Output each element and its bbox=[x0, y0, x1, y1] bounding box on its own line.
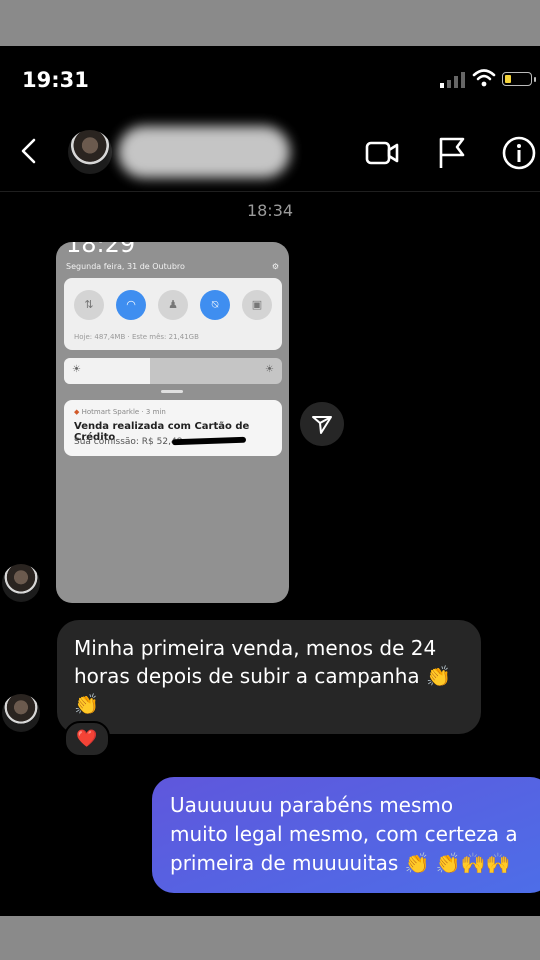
incoming-message-bubble[interactable]: Minha primeira venda, menos de 24 horas … bbox=[57, 620, 481, 734]
heart-reaction[interactable]: ❤️ bbox=[64, 721, 110, 757]
chevron-left-icon[interactable] bbox=[14, 136, 44, 166]
video-call-icon[interactable] bbox=[363, 134, 401, 172]
contact-name-redacted[interactable] bbox=[118, 126, 290, 178]
sender-avatar[interactable] bbox=[2, 694, 40, 732]
flashlight-toggle-icon: ♟ bbox=[158, 290, 188, 320]
sun-icon: ☀ bbox=[72, 364, 81, 375]
cast-toggle-icon: ▣ bbox=[242, 290, 272, 320]
flag-icon[interactable] bbox=[433, 134, 471, 172]
mute-toggle-icon: ⍉ bbox=[200, 290, 230, 320]
status-time: 19:31 bbox=[22, 68, 89, 92]
panel-handle bbox=[161, 390, 183, 393]
wifi-icon bbox=[472, 69, 496, 87]
redaction-scribble bbox=[171, 436, 247, 446]
sun-icon: ☀ bbox=[265, 364, 274, 375]
header-divider bbox=[0, 191, 540, 192]
info-icon[interactable] bbox=[500, 134, 538, 172]
screenshot-date: Segunda feira, 31 de Outubro bbox=[66, 262, 185, 271]
data-toggle-icon: ⇅ bbox=[74, 290, 104, 320]
brightness-slider: ☀ ☀ bbox=[64, 358, 282, 384]
share-icon[interactable] bbox=[300, 402, 344, 446]
notification-body: Sua comissão: R$ 52,48 bbox=[74, 437, 183, 447]
message-timestamp: 18:34 bbox=[246, 201, 294, 220]
outgoing-message-text: Uauuuuuu parabéns mesmo muito legal mesm… bbox=[170, 793, 518, 875]
signal-icon bbox=[440, 72, 465, 88]
quick-settings-panel: ⇅ ◠ ♟ ⍉ ▣ Hoje: 487,4MB · Este mês: 21,4… bbox=[64, 278, 282, 350]
data-usage-text: Hoje: 487,4MB · Este mês: 21,41GB bbox=[74, 333, 199, 341]
shared-screenshot[interactable]: 18:29 Segunda feira, 31 de Outubro ⚙ ⇅ ◠… bbox=[56, 242, 289, 603]
contact-avatar[interactable] bbox=[68, 130, 112, 174]
sale-notification: ◆ Hotmart Sparkle · 3 min Venda realizad… bbox=[64, 400, 282, 456]
screenshot-clock: 18:29 bbox=[66, 242, 136, 258]
chat-screen: 19:31 18:34 18:29 Segunda feira, 31 de O… bbox=[0, 46, 540, 916]
screenshot-status-icons: ⚙ bbox=[271, 262, 279, 271]
bottom-gray-bar bbox=[0, 916, 540, 960]
incoming-message-text: Minha primeira venda, menos de 24 horas … bbox=[74, 636, 451, 716]
wifi-toggle-icon: ◠ bbox=[116, 290, 146, 320]
notification-app: ◆ Hotmart Sparkle · 3 min bbox=[74, 408, 166, 416]
outgoing-message-bubble[interactable]: Uauuuuuu parabéns mesmo muito legal mesm… bbox=[152, 777, 540, 893]
battery-low-icon bbox=[502, 72, 536, 86]
sender-avatar[interactable] bbox=[2, 564, 40, 602]
